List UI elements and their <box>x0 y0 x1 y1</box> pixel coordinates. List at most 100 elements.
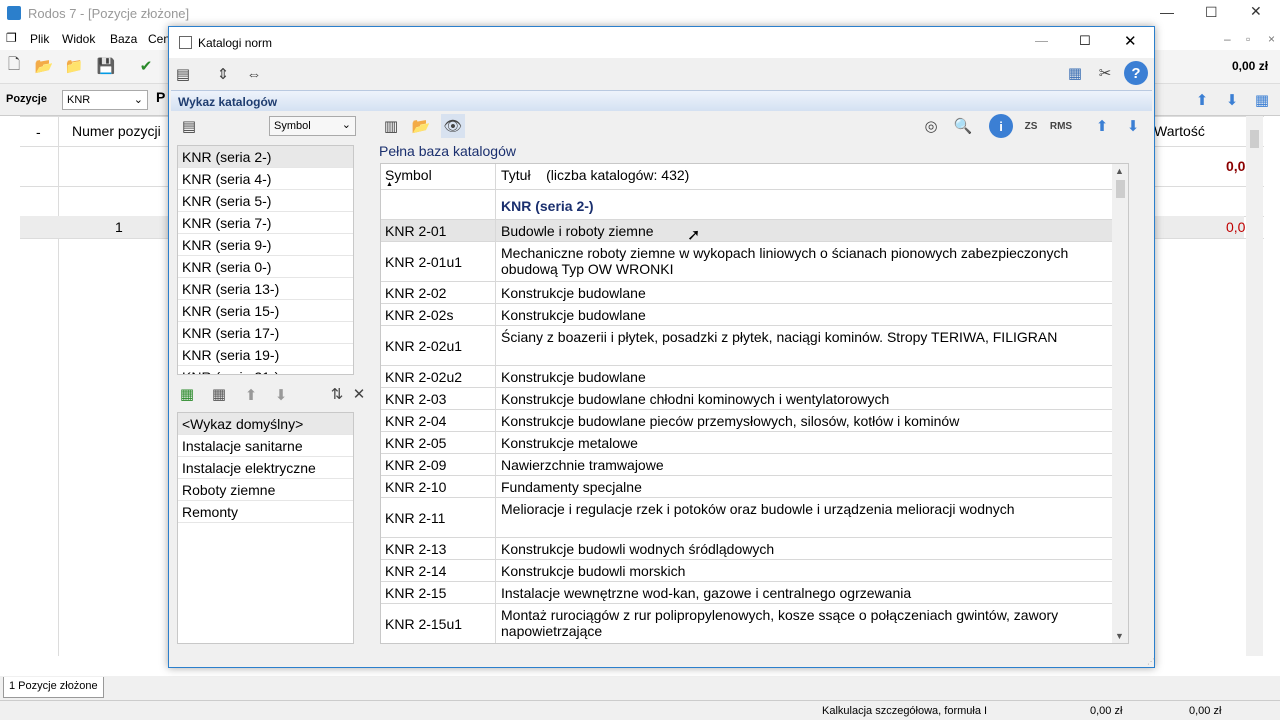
add-list-icon[interactable]: ▦ <box>175 382 199 406</box>
arrow-up-icon[interactable]: ⬆ <box>1090 114 1114 138</box>
group-row: KNR (seria 2-) <box>381 190 1128 220</box>
expand-horizontal-icon[interactable]: ⇔ <box>242 62 266 86</box>
table-row[interactable]: KNR 2-01u1 Mechaniczne roboty ziemne w wy… <box>381 242 1128 282</box>
grid-header-numer: Numer pozycji <box>72 123 161 139</box>
table-row[interactable]: KNR 2-05 Konstrukcje metalowe <box>381 432 1128 454</box>
expand-vertical-icon[interactable]: ⇕ <box>211 62 235 86</box>
close-panel-icon[interactable]: ✕ <box>347 382 371 406</box>
series-item[interactable]: KNR (seria 9-) <box>178 234 353 256</box>
dialog-close-icon[interactable]: ✕ <box>1124 32 1137 50</box>
table-view-icon[interactable]: ▦ <box>1250 88 1274 112</box>
close-icon[interactable]: ✕ <box>1250 3 1262 20</box>
status-value-2: 0,00 zł <box>1189 705 1222 717</box>
table-row[interactable]: KNR 2-02u1 Ściany z boazerii i płytek, po… <box>381 326 1128 366</box>
search-icon[interactable]: 🔍 <box>951 114 975 138</box>
table-row[interactable]: KNR 2-09 Nawierzchnie tramwajowe <box>381 454 1128 476</box>
dialog-title: Katalogi norm <box>198 36 273 50</box>
mdi-close-icon[interactable]: × <box>1268 32 1275 46</box>
save-icon[interactable]: 💾 <box>94 54 118 78</box>
rms-icon[interactable]: RMS <box>1049 114 1073 138</box>
list-item[interactable]: Roboty ziemne <box>178 479 353 501</box>
symbol-cell: KNR 2-03 <box>381 388 496 409</box>
series-item[interactable]: KNR (seria 4-) <box>178 168 353 190</box>
table-row[interactable]: KNR 2-11 Melioracje i regulacje rzek i po… <box>381 498 1128 538</box>
zs-icon[interactable]: ZS <box>1019 114 1043 138</box>
series-item[interactable]: KNR (seria 13-) <box>178 278 353 300</box>
mdi-restore-icon[interactable]: ▫ <box>1246 32 1250 46</box>
open-folder-icon[interactable]: 📂 <box>32 54 56 78</box>
arrow-down-icon[interactable]: ⬇ <box>1121 114 1145 138</box>
calculator-icon[interactable]: ▦ <box>1063 61 1087 85</box>
tab-pozycje-zlozone[interactable]: 1 Pozycje złożone <box>3 677 104 698</box>
dialog-titlebar: Katalogi norm — ☐ ✕ <box>169 27 1154 58</box>
menu-widok[interactable]: Widok <box>62 32 95 46</box>
table-row[interactable]: KNR 2-02u2 Konstrukcje budowlane <box>381 366 1128 388</box>
title-cell: Konstrukcje budowlane <box>501 285 646 301</box>
new-file-icon[interactable]: 🗋 <box>2 54 26 78</box>
open-catalog-icon[interactable]: 📂 <box>409 114 433 138</box>
grid-row-number: 1 <box>115 219 123 235</box>
scroll-down-icon[interactable]: ▼ <box>1115 631 1124 641</box>
series-item[interactable]: KNR (seria 2-) <box>178 146 353 168</box>
tools-icon[interactable]: ✂ <box>1093 61 1117 85</box>
table-row[interactable]: KNR 2-13 Konstrukcje budowli wodnych śród… <box>381 538 1128 560</box>
sort-icon[interactable]: ⇅ <box>325 382 349 406</box>
series-item[interactable]: KNR (seria 19-) <box>178 344 353 366</box>
series-item[interactable]: KNR (seria 15-) <box>178 300 353 322</box>
status-bar: Kalkulacja szczegółowa, formuła I 0,00 z… <box>0 700 1280 720</box>
table-row[interactable]: KNR 2-04 Konstrukcje budowlane pieców prz… <box>381 410 1128 432</box>
maximize-icon[interactable]: ☐ <box>1205 4 1218 21</box>
columns-icon[interactable]: ▥ <box>379 114 403 138</box>
series-item[interactable]: KNR (seria 5-) <box>178 190 353 212</box>
panel-layout-icon[interactable]: ▤ <box>177 114 201 138</box>
table-scrollbar[interactable]: ▲ ▼ <box>1112 164 1128 643</box>
p-icon[interactable]: P <box>156 89 165 105</box>
dialog-minimize-icon[interactable]: — <box>1035 33 1048 48</box>
move-up-icon[interactable]: ⬆ <box>239 383 263 407</box>
dialog-maximize-icon[interactable]: ☐ <box>1079 33 1091 49</box>
arrow-up-icon[interactable]: ⬆ <box>1190 88 1214 112</box>
folder-icon[interactable]: 📁 <box>62 54 86 78</box>
status-value-1: 0,00 zł <box>1090 705 1123 717</box>
list-item[interactable]: Remonty <box>178 501 353 523</box>
table-row[interactable]: KNR 2-10 Fundamenty specjalne <box>381 476 1128 498</box>
series-item[interactable]: KNR (seria 21-) <box>178 366 353 374</box>
info-icon[interactable]: i <box>989 114 1013 138</box>
scroll-up-icon[interactable]: ▲ <box>1115 166 1124 176</box>
col-symbol-header[interactable]: Symbol ▲ <box>381 164 496 189</box>
mdi-minimize-icon[interactable]: – <box>1224 32 1231 46</box>
arrow-down-icon[interactable]: ⬇ <box>1220 88 1244 112</box>
list-item[interactable]: Instalacje elektryczne <box>178 457 353 479</box>
table-row[interactable]: KNR 2-14 Konstrukcje budowli morskich <box>381 560 1128 582</box>
delete-list-icon[interactable]: ▦ <box>207 382 231 406</box>
series-item[interactable]: KNR (seria 0-) <box>178 256 353 278</box>
table-row[interactable]: KNR 2-15 Instalacje wewnętrzne wod-kan, g… <box>381 582 1128 604</box>
series-list: KNR (seria 2-) KNR (seria 4-) KNR (seria 5… <box>177 145 354 375</box>
table-header: Symbol ▲ Tytuł (liczba katalogów: 432) <box>381 164 1128 190</box>
grid-layout-icon[interactable]: ▤ <box>171 62 195 86</box>
series-item[interactable]: KNR (seria 17-) <box>178 322 353 344</box>
minimize-icon[interactable]: — <box>1160 4 1174 20</box>
sort-select[interactable]: Symbol ⌄ <box>269 116 356 136</box>
check-icon[interactable]: ✔ <box>134 54 158 78</box>
table-row[interactable]: KNR 2-02 Konstrukcje budowlane <box>381 282 1128 304</box>
col-title-header[interactable]: Tytuł (liczba katalogów: 432) <box>497 164 1128 189</box>
move-down-icon[interactable]: ⬇ <box>269 383 293 407</box>
list-item[interactable]: <Wykaz domyślny> <box>178 413 353 435</box>
positions-select[interactable]: KNR ⌄ <box>62 90 148 110</box>
help-icon[interactable]: ? <box>1124 61 1148 85</box>
resize-grip-icon[interactable]: ⋰ <box>1147 657 1155 666</box>
table-row[interactable]: KNR 2-03 Konstrukcje budowlane chłodni ko… <box>381 388 1128 410</box>
table-row[interactable]: KNR 2-01 Budowle i roboty ziemne <box>381 220 1128 242</box>
series-item[interactable]: KNR (seria 7-) <box>178 212 353 234</box>
preview-icon[interactable]: 👁 <box>441 114 465 138</box>
list-item[interactable]: Instalacje sanitarne <box>178 435 353 457</box>
title-cell: Konstrukcje budowlane <box>501 307 646 323</box>
table-row[interactable]: KNR 2-02s Konstrukcje budowlane <box>381 304 1128 326</box>
main-scrollbar[interactable] <box>1246 116 1263 656</box>
binoculars-icon[interactable]: ◎ <box>919 114 943 138</box>
table-row[interactable]: KNR 2-15u1 Montaż rurociągów z rur polipr… <box>381 604 1128 643</box>
menu-cen[interactable]: Cen <box>148 32 170 46</box>
menu-baza[interactable]: Baza <box>110 32 137 46</box>
menu-plik[interactable]: Plik <box>30 32 49 46</box>
